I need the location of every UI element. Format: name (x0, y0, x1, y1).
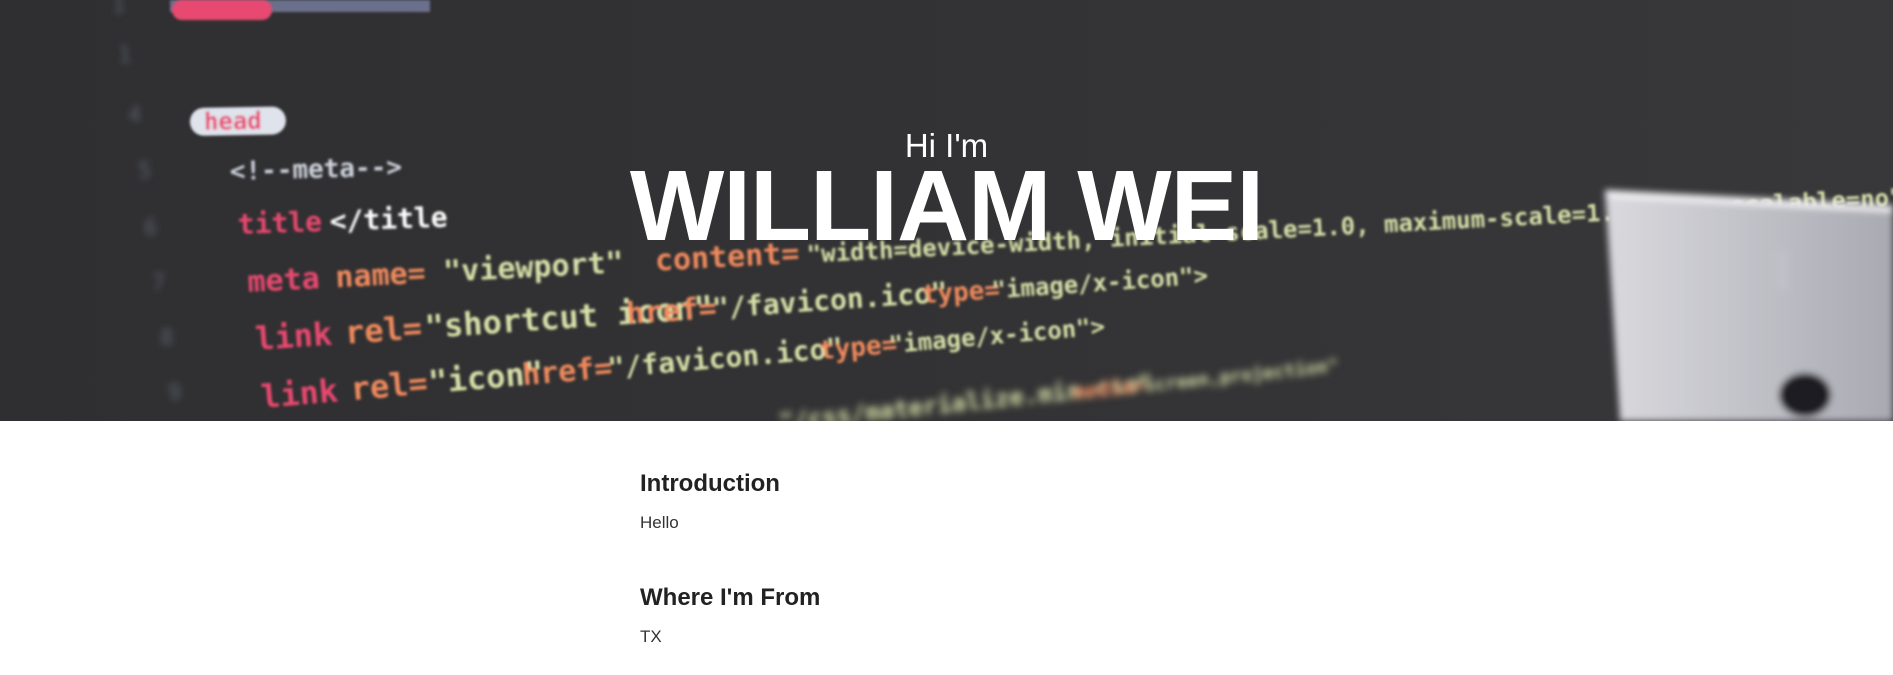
svg-text:1: 1 (112, 0, 125, 18)
svg-text:7: 7 (152, 271, 165, 296)
code-type-attr-2: type= (818, 329, 899, 366)
svg-text:9: 9 (168, 381, 181, 406)
code-favicon-value-1: "/favicon.ico" (711, 276, 949, 325)
code-rel-attr-1: rel= (344, 308, 424, 351)
code-type-value-2: "image/x-icon"> (888, 312, 1106, 359)
section-title: Where I'm From (640, 584, 821, 611)
code-href-attr-2: href= (521, 350, 614, 393)
hero-name: WILLIAM WEI (629, 150, 1264, 262)
code-href-attr-1: href= (625, 291, 718, 332)
code-favicon-value-2: "/favicon.ico" (606, 331, 844, 384)
code-type-attr-1: type= (921, 275, 1001, 310)
section-body: Hello (640, 513, 679, 532)
hero-banner: 1 1 4 5 6 7 8 9 head <!--meta--> title <… (0, 0, 1893, 421)
code-media-value: "screen,projection" (1132, 355, 1339, 397)
code-type-value-1: "image/x-icon"> (991, 261, 1209, 304)
section-body: TX (640, 627, 662, 646)
code-meta-tag: meta (247, 261, 321, 300)
code-link-tag-1: link (254, 315, 334, 358)
code-link-tag-2: link (259, 371, 339, 416)
section-where-from: Where I'm From TX (640, 583, 1340, 648)
svg-text:4: 4 (128, 103, 141, 128)
section-title: Introduction (640, 470, 780, 497)
svg-text:1: 1 (118, 43, 131, 68)
svg-text:8: 8 (160, 326, 173, 351)
code-rel-attr-2: rel= (349, 364, 429, 409)
section-introduction: Introduction Hello (640, 469, 1340, 534)
